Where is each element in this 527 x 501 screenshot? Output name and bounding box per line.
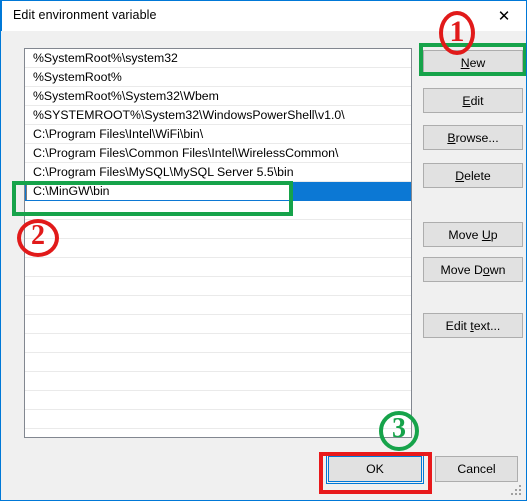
- list-item-empty[interactable]: [25, 277, 411, 296]
- delete-button-label: Delete: [455, 168, 491, 183]
- window-title: Edit environment variable: [13, 8, 157, 22]
- cancel-button[interactable]: Cancel: [435, 456, 518, 482]
- list-item-empty[interactable]: [25, 372, 411, 391]
- ok-button[interactable]: OK: [326, 454, 424, 484]
- close-icon: ✕: [497, 6, 511, 25]
- list-item[interactable]: %SystemRoot%\System32\Wbem: [25, 87, 411, 106]
- list-item-empty[interactable]: [25, 220, 411, 239]
- list-item[interactable]: %SystemRoot%: [25, 68, 411, 87]
- list-item[interactable]: C:\Program Files\MySQL\MySQL Server 5.5\…: [25, 163, 411, 182]
- path-list[interactable]: %SystemRoot%\system32 %SystemRoot% %System…: [24, 48, 412, 438]
- list-item-empty[interactable]: [25, 334, 411, 353]
- cancel-button-label: Cancel: [457, 462, 496, 476]
- edit-text-button-label: Edit text...: [445, 318, 501, 333]
- list-item-empty[interactable]: [25, 315, 411, 334]
- list-item-empty[interactable]: [25, 353, 411, 372]
- move-down-button[interactable]: Move Down: [423, 257, 523, 282]
- move-up-button-label: Move Up: [448, 227, 498, 242]
- dialog-body: %SystemRoot%\system32 %SystemRoot% %System…: [1, 31, 526, 500]
- move-down-button-label: Move Down: [440, 262, 506, 277]
- delete-button[interactable]: Delete: [423, 163, 523, 188]
- edit-environment-variable-dialog: Edit environment variable ✕ %SystemRoot%…: [0, 0, 527, 501]
- list-item[interactable]: %SYSTEMROOT%\System32\WindowsPowerShell\…: [25, 106, 411, 125]
- ok-button-label: OK: [366, 462, 384, 476]
- list-item-selected[interactable]: C:\MinGW\bin: [25, 182, 411, 201]
- title-bar: Edit environment variable ✕: [1, 0, 526, 31]
- list-item[interactable]: C:\Program Files\Intel\WiFi\bin\: [25, 125, 411, 144]
- path-edit-input[interactable]: C:\MinGW\bin: [26, 182, 290, 200]
- edit-text-button[interactable]: Edit text...: [423, 313, 523, 338]
- list-item[interactable]: %SystemRoot%\system32: [25, 49, 411, 68]
- new-button[interactable]: New: [423, 50, 523, 75]
- list-item-empty[interactable]: [25, 201, 411, 220]
- move-up-button[interactable]: Move Up: [423, 222, 523, 247]
- list-item[interactable]: C:\Program Files\Common Files\Intel\Wire…: [25, 144, 411, 163]
- list-item-empty[interactable]: [25, 296, 411, 315]
- close-button[interactable]: ✕: [481, 1, 526, 31]
- browse-button[interactable]: Browse...: [423, 125, 523, 150]
- browse-button-label: Browse...: [447, 130, 499, 145]
- resize-grip-icon[interactable]: [511, 485, 523, 497]
- list-item-empty[interactable]: [25, 391, 411, 410]
- edit-button-label: Edit: [462, 93, 484, 108]
- list-item-empty[interactable]: [25, 258, 411, 277]
- list-item-empty[interactable]: [25, 410, 411, 429]
- list-item-empty[interactable]: [25, 239, 411, 258]
- new-button-label: New: [460, 55, 486, 70]
- edit-button[interactable]: Edit: [423, 88, 523, 113]
